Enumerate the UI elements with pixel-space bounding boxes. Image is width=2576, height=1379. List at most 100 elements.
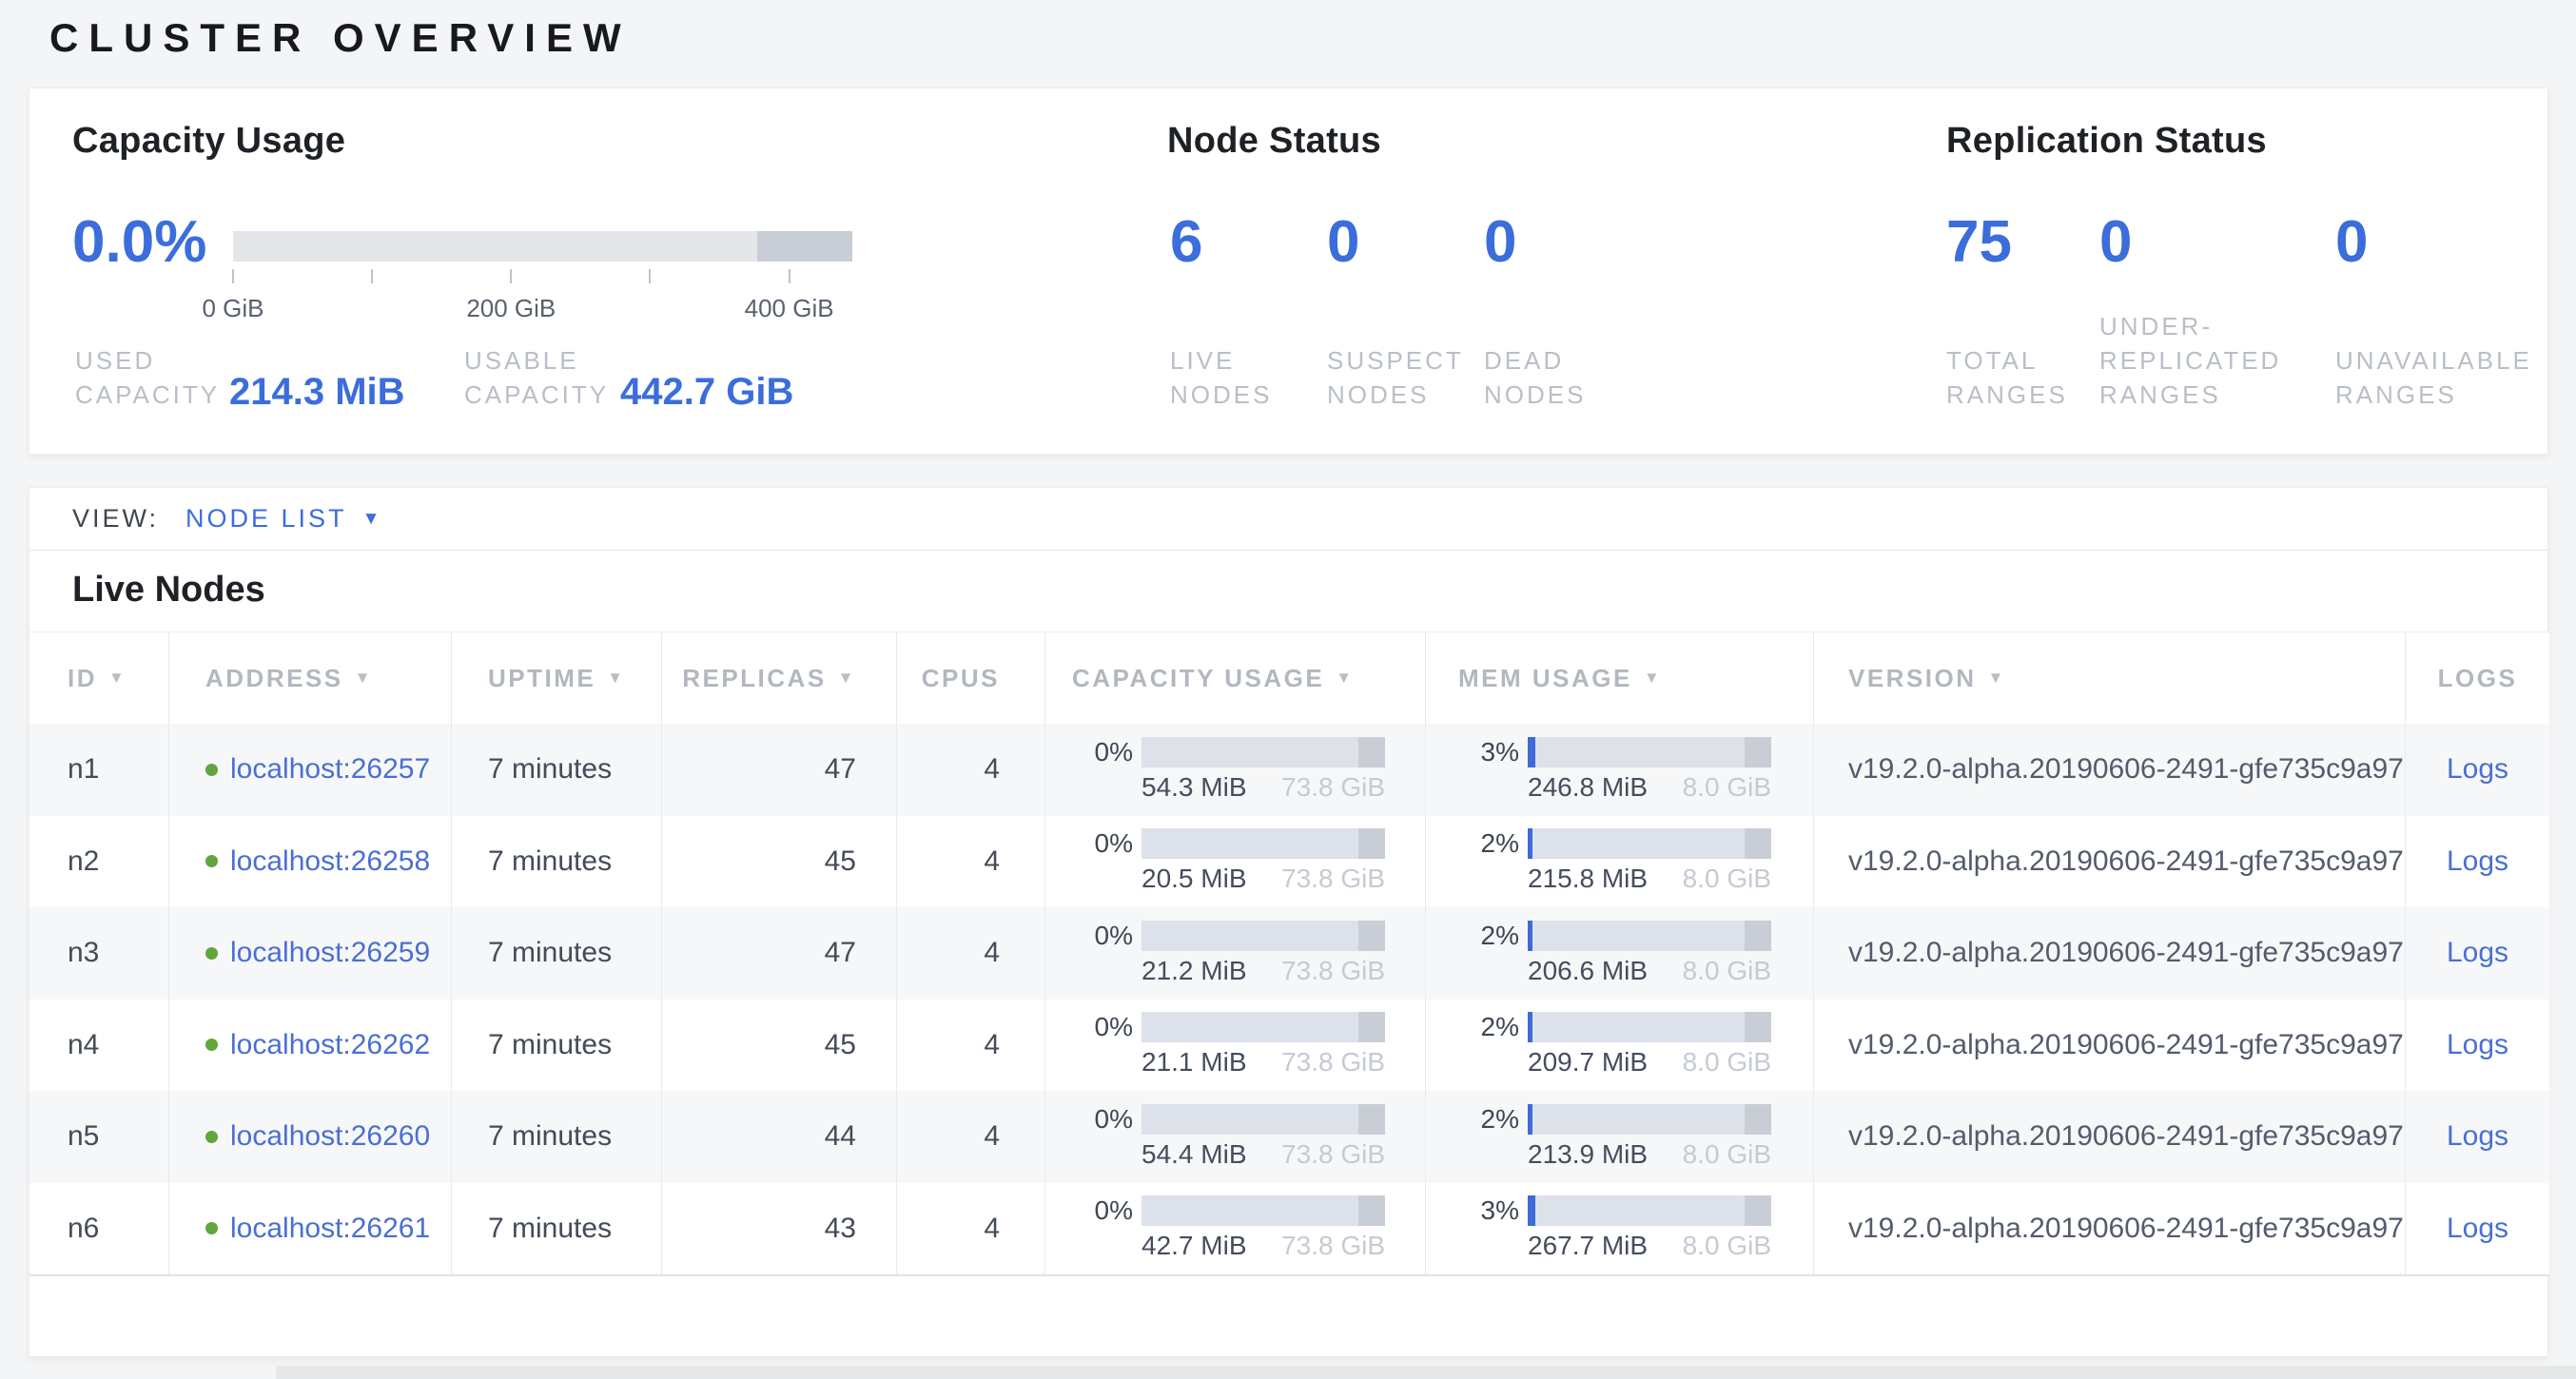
metric-value: 0 bbox=[2335, 208, 2368, 277]
cell-version: v19.2.0-alpha.20190606-2491-gfe735c9a97 bbox=[1814, 1091, 2406, 1183]
usage-total-value: 73.8 GiB bbox=[1281, 1139, 1385, 1170]
column-header-label: REPLICAS bbox=[682, 664, 826, 693]
sort-caret-icon: ▼ bbox=[1336, 669, 1354, 688]
capacity-stat-label: USEDCAPACITY bbox=[75, 343, 220, 412]
axis-tick bbox=[371, 269, 373, 283]
metric-label: UNAVAILABLERANGES bbox=[2335, 343, 2532, 412]
usage-values: 267.7 MiB8.0 GiB bbox=[1528, 1231, 1771, 1261]
column-header-memory[interactable]: MEM USAGE▼ bbox=[1426, 632, 1814, 724]
usage-bar bbox=[1528, 1104, 1771, 1135]
usage-bar-reserved-segment bbox=[1358, 1012, 1385, 1042]
address-link[interactable]: localhost:26262 bbox=[230, 1029, 430, 1061]
logs-link[interactable]: Logs bbox=[2447, 1120, 2508, 1153]
column-header-capacity[interactable]: CAPACITY USAGE▼ bbox=[1045, 632, 1426, 724]
table-row: n1localhost:262577 minutes4740%54.3 MiB7… bbox=[29, 724, 2549, 816]
cell-capacity-usage: 0%54.4 MiB73.8 GiB bbox=[1045, 1091, 1426, 1183]
usage-total-value: 8.0 GiB bbox=[1683, 956, 1771, 986]
usage-bar-reserved-segment bbox=[1745, 1104, 1771, 1135]
table-header-row: ID▼ADDRESS▼UPTIME▼REPLICAS▼CPUSCAPACITY … bbox=[29, 631, 2549, 724]
stat-label-line: CAPACITY bbox=[464, 378, 609, 412]
usage-bar-line: 2% bbox=[1458, 1104, 1771, 1135]
metric-label: UNDER-REPLICATEDRANGES bbox=[2099, 309, 2281, 412]
axis-tick-label: 400 GiB bbox=[745, 294, 834, 323]
usage-values: 209.7 MiB8.0 GiB bbox=[1528, 1047, 1771, 1078]
address-link[interactable]: localhost:26261 bbox=[230, 1213, 430, 1245]
sort-caret-icon: ▼ bbox=[1988, 669, 2006, 688]
stat-label-line: USABLE bbox=[464, 343, 609, 378]
column-header-logs: LOGS bbox=[2406, 632, 2549, 724]
table-row: n4localhost:262627 minutes4540%21.1 MiB7… bbox=[29, 1000, 2549, 1092]
usage-bar bbox=[1528, 1012, 1771, 1042]
cell-logs: Logs bbox=[2406, 1000, 2549, 1092]
column-header-label: VERSION bbox=[1848, 664, 1977, 693]
logs-link[interactable]: Logs bbox=[2447, 753, 2508, 786]
cell-uptime: 7 minutes bbox=[452, 816, 662, 908]
usage-bar-line: 0% bbox=[1072, 828, 1385, 859]
cell-node-id: n1 bbox=[29, 724, 169, 816]
usage-used-value: 213.9 MiB bbox=[1528, 1139, 1648, 1170]
usage-bar-line: 2% bbox=[1458, 828, 1771, 859]
usage-bar-line: 0% bbox=[1072, 1012, 1385, 1042]
cell-logs: Logs bbox=[2406, 816, 2549, 908]
cell-uptime: 7 minutes bbox=[452, 724, 662, 816]
logs-link[interactable]: Logs bbox=[2447, 1029, 2508, 1061]
usage-percent-label: 0% bbox=[1072, 1195, 1133, 1226]
live-nodes-table: ID▼ADDRESS▼UPTIME▼REPLICAS▼CPUSCAPACITY … bbox=[29, 631, 2549, 1276]
column-header-cpus: CPUS bbox=[897, 632, 1045, 724]
usage-percent-label: 2% bbox=[1458, 828, 1519, 859]
logs-link[interactable]: Logs bbox=[2447, 937, 2508, 969]
usage-total-value: 8.0 GiB bbox=[1683, 864, 1771, 894]
usage-bar bbox=[1142, 737, 1385, 767]
column-header-address[interactable]: ADDRESS▼ bbox=[169, 632, 452, 724]
usage-bar-line: 2% bbox=[1458, 921, 1771, 951]
view-mode-dropdown[interactable]: NODE LIST ▼ bbox=[185, 504, 382, 534]
column-header-uptime[interactable]: UPTIME▼ bbox=[452, 632, 662, 724]
usage-total-value: 73.8 GiB bbox=[1281, 772, 1385, 803]
usage-bar bbox=[1528, 921, 1771, 951]
cell-address: localhost:26259 bbox=[169, 907, 452, 1000]
logs-link[interactable]: Logs bbox=[2447, 845, 2508, 878]
live-nodes-title: Live Nodes bbox=[72, 570, 265, 611]
page-title: CLUSTER OVERVIEW bbox=[49, 15, 632, 61]
column-header-id[interactable]: ID▼ bbox=[29, 632, 169, 724]
address-link[interactable]: localhost:26259 bbox=[230, 937, 430, 969]
usage-total-value: 8.0 GiB bbox=[1683, 1139, 1771, 1170]
metric-label-line: UNDER- bbox=[2099, 309, 2281, 343]
usage-percent-label: 0% bbox=[1072, 921, 1133, 951]
cell-node-id: n3 bbox=[29, 907, 169, 1000]
version-text: v19.2.0-alpha.20190606-2491-gfe735c9a97 bbox=[1848, 1120, 2404, 1153]
usage-percent-label: 0% bbox=[1072, 737, 1133, 767]
address-link[interactable]: localhost:26257 bbox=[230, 753, 430, 786]
usage-bar bbox=[1142, 921, 1385, 951]
cell-mem-usage: 2%209.7 MiB8.0 GiB bbox=[1426, 1000, 1814, 1092]
cell-node-id: n2 bbox=[29, 816, 169, 908]
logs-link[interactable]: Logs bbox=[2447, 1213, 2508, 1245]
usage-bar-line: 0% bbox=[1072, 921, 1385, 951]
cell-uptime: 7 minutes bbox=[452, 1091, 662, 1183]
axis-tick bbox=[232, 269, 234, 283]
cell-address: localhost:26258 bbox=[169, 816, 452, 908]
usage-total-value: 73.8 GiB bbox=[1281, 956, 1385, 986]
usage-used-value: 21.2 MiB bbox=[1142, 956, 1247, 986]
metric-value: 6 bbox=[1170, 208, 1202, 277]
column-header-replicas[interactable]: REPLICAS▼ bbox=[662, 632, 897, 724]
usage-values: 215.8 MiB8.0 GiB bbox=[1528, 864, 1771, 894]
view-label: VIEW: bbox=[72, 504, 159, 534]
metric-value: 0 bbox=[1327, 208, 1359, 277]
usage-bar-reserved-segment bbox=[1745, 828, 1771, 859]
address-link[interactable]: localhost:26260 bbox=[230, 1120, 430, 1153]
usage-used-value: 54.4 MiB bbox=[1142, 1139, 1247, 1170]
usage-bar bbox=[1528, 1195, 1771, 1226]
cell-cpus: 4 bbox=[897, 907, 1045, 1000]
usage-bar bbox=[1528, 828, 1771, 859]
column-header-version[interactable]: VERSION ▼ bbox=[1814, 632, 2406, 724]
cell-node-id: n6 bbox=[29, 1183, 169, 1275]
cell-uptime: 7 minutes bbox=[452, 907, 662, 1000]
replication-status-title: Replication Status bbox=[1946, 121, 2267, 162]
metric-label: LIVENODES bbox=[1170, 343, 1272, 412]
usage-total-value: 73.8 GiB bbox=[1281, 1047, 1385, 1078]
capacity-stat-value: 214.3 MiB bbox=[229, 370, 405, 414]
address-link[interactable]: localhost:26258 bbox=[230, 845, 430, 878]
usage-total-value: 8.0 GiB bbox=[1683, 1231, 1771, 1261]
cell-logs: Logs bbox=[2406, 724, 2549, 816]
